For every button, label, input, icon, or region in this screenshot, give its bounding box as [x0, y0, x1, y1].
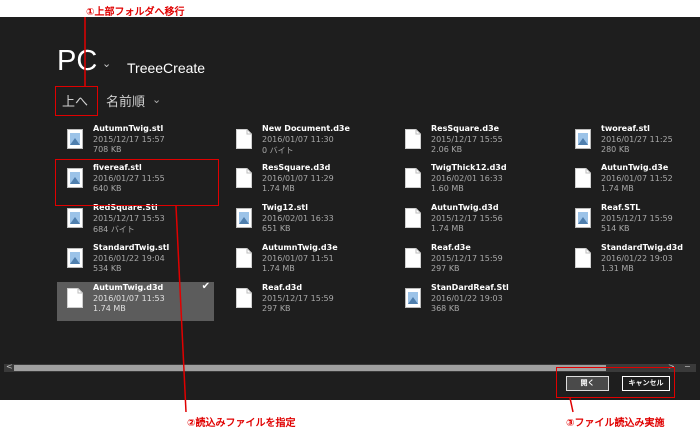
annotation-step3: ③ファイル読込み実施	[566, 418, 665, 429]
annotation-step2: ②読込みファイルを指定	[187, 418, 296, 429]
annotation-step1: ①上部フォルダへ移行	[86, 7, 185, 18]
annotation-lines	[84, 17, 574, 413]
